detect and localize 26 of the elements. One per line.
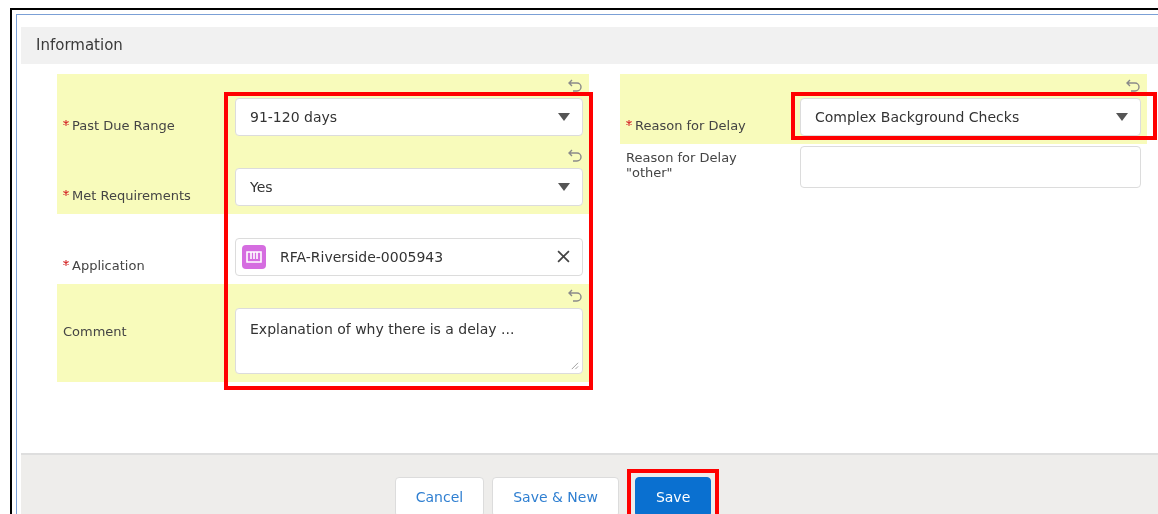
dropdown-field[interactable]: Complex Background Checks (800, 97, 1141, 136)
caret-icon (558, 182, 570, 191)
undo-icon[interactable] (567, 287, 583, 304)
field-label: Reason for Delay "other" (626, 149, 738, 180)
book-icon (242, 244, 266, 269)
field-label: Reason for Delay (635, 117, 746, 133)
caret-icon (1116, 112, 1128, 121)
lookup-field[interactable]: RFA-Riverside-0005943 (235, 237, 583, 276)
field-label: Comment (63, 323, 127, 339)
comment-textarea[interactable]: Explanation of why there is a delay ... (235, 307, 583, 374)
dropdown-field[interactable]: 91-120 days (235, 97, 583, 136)
caret-icon (558, 112, 570, 121)
clear-icon[interactable] (557, 250, 570, 264)
field-label: Met Requirements (72, 187, 191, 203)
action-button[interactable]: Save & New (492, 477, 619, 514)
field-label: Past Due Range (72, 117, 175, 133)
undo-icon[interactable] (567, 147, 583, 164)
section-title: Information (36, 36, 123, 55)
text-field[interactable] (800, 145, 1141, 188)
field-label: Application (72, 257, 145, 273)
undo-icon[interactable] (567, 77, 583, 94)
undo-icon[interactable] (1125, 77, 1141, 94)
resize-grip-icon (570, 360, 579, 370)
save-button[interactable]: Save (634, 477, 712, 514)
action-button[interactable]: Cancel (394, 477, 485, 514)
dropdown-field[interactable]: Yes (235, 167, 583, 206)
